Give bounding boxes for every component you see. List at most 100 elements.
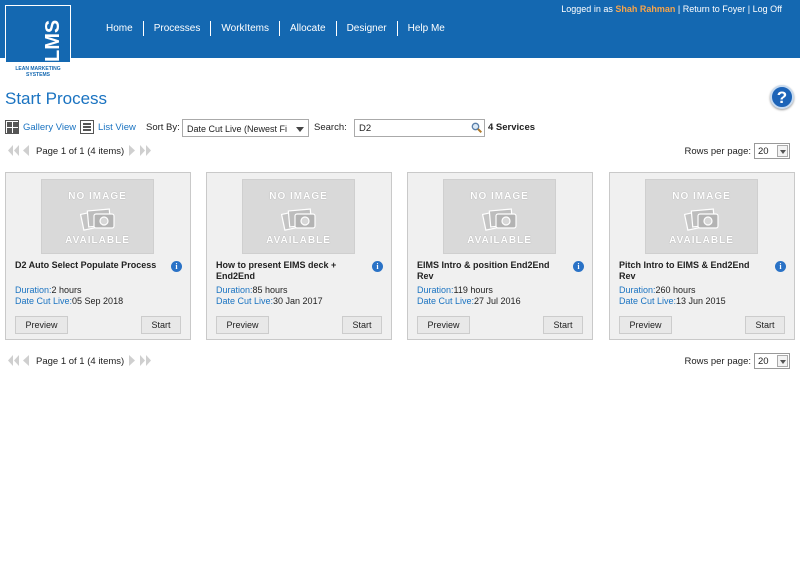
info-icon[interactable]: i [372, 261, 383, 272]
page-title: Start Process [5, 89, 108, 108]
no-image-text: NO IMAGE [68, 191, 127, 202]
start-button[interactable]: Start [745, 316, 785, 334]
card-title: How to present EIMS deck + End2End [216, 260, 337, 281]
service-card: NO IMAGE AVAILABLE EIMS Intro & position… [407, 172, 593, 340]
camera-icon [281, 208, 316, 231]
list-icon[interactable] [80, 120, 94, 134]
services-count: 4 Services [488, 122, 536, 133]
date-cut-live-value: 27 Jul 2016 [474, 296, 521, 306]
no-image-text: AVAILABLE [266, 235, 331, 246]
user-name[interactable]: Shah Rahman [615, 4, 675, 14]
no-image-text: AVAILABLE [669, 235, 734, 246]
return-to-foyer-link[interactable]: Return to Foyer [683, 4, 746, 14]
page-info: Page 1 of 1 (4 items) [36, 146, 125, 157]
separator: | [747, 4, 751, 14]
camera-icon [482, 208, 517, 231]
camera-icon [684, 208, 719, 231]
next-page-icon[interactable] [128, 144, 136, 157]
duration-label: Duration: [417, 285, 454, 295]
rows-per-page-value: 20 [758, 146, 769, 157]
grid-icon[interactable] [5, 120, 19, 134]
top-header: Logged in as Shah Rahman | Return to Foy… [0, 0, 800, 58]
no-image-placeholder: NO IMAGE AVAILABLE [242, 179, 355, 254]
toolbar: Gallery View List View Sort By: Date Cut… [5, 119, 795, 137]
start-button[interactable]: Start [141, 316, 181, 334]
start-button[interactable]: Start [342, 316, 382, 334]
chevron-down-icon [296, 127, 304, 132]
preview-button[interactable]: Preview [417, 316, 470, 334]
camera-icon [80, 208, 115, 231]
no-image-placeholder: NO IMAGE AVAILABLE [645, 179, 758, 254]
card-meta: Duration:85 hours Date Cut Live:30 Jan 2… [216, 285, 323, 307]
list-view-button[interactable]: List View [98, 122, 136, 133]
card-meta: Duration:119 hours Date Cut Live:27 Jul … [417, 285, 521, 307]
info-icon[interactable]: i [573, 261, 584, 272]
nav-workitems[interactable]: WorkItems [211, 20, 280, 36]
help-icon[interactable]: ? [770, 85, 794, 109]
no-image-text: NO IMAGE [672, 191, 731, 202]
gallery-view-button[interactable]: Gallery View [23, 122, 76, 133]
first-page-icon[interactable] [7, 144, 20, 157]
rows-per-page-label: Rows per page: [684, 146, 751, 157]
chevron-down-icon [777, 145, 788, 157]
no-image-text: AVAILABLE [65, 235, 130, 246]
card-meta: Duration:2 hours Date Cut Live:05 Sep 20… [15, 285, 123, 307]
service-card: NO IMAGE AVAILABLE D2 Auto Select Popula… [5, 172, 191, 340]
card-title: Pitch Intro to EIMS & End2End Rev [619, 260, 750, 281]
search-input[interactable] [354, 119, 485, 137]
info-icon[interactable]: i [775, 261, 786, 272]
rows-per-page-select[interactable]: 20 [754, 353, 790, 369]
nav-allocate[interactable]: Allocate [280, 20, 337, 36]
page-info: Page 1 of 1 (4 items) [36, 356, 125, 367]
main-nav: Home Processes WorkItems Allocate Design… [96, 18, 455, 38]
rows-per-page-select[interactable]: 20 [754, 143, 790, 159]
duration-value: 2 hours [51, 285, 82, 295]
duration-label: Duration: [15, 285, 52, 295]
search-icon[interactable] [471, 122, 482, 133]
sort-by-label: Sort By: [146, 122, 180, 133]
logo[interactable]: LMS [5, 5, 71, 63]
no-image-text: NO IMAGE [269, 191, 328, 202]
service-card: NO IMAGE AVAILABLE Pitch Intro to EIMS &… [609, 172, 795, 340]
no-image-placeholder: NO IMAGE AVAILABLE [443, 179, 556, 254]
next-page-icon[interactable] [128, 354, 136, 367]
preview-button[interactable]: Preview [619, 316, 672, 334]
duration-label: Duration: [216, 285, 253, 295]
duration-label: Duration: [619, 285, 656, 295]
duration-value: 85 hours [252, 285, 288, 295]
no-image-text: NO IMAGE [470, 191, 529, 202]
first-page-icon[interactable] [7, 354, 20, 367]
sort-select[interactable]: Date Cut Live (Newest Fi [182, 119, 309, 137]
prev-page-icon[interactable] [22, 144, 30, 157]
date-cut-live-label: Date Cut Live: [417, 296, 475, 306]
last-page-icon[interactable] [139, 144, 152, 157]
preview-button[interactable]: Preview [15, 316, 68, 334]
date-cut-live-value: 05 Sep 2018 [72, 296, 124, 306]
date-cut-live-label: Date Cut Live: [619, 296, 677, 306]
no-image-text: AVAILABLE [467, 235, 532, 246]
chevron-down-icon [777, 355, 788, 367]
info-icon[interactable]: i [171, 261, 182, 272]
start-button[interactable]: Start [543, 316, 583, 334]
pager-bottom: Page 1 of 1 (4 items) Rows per page: 20 [5, 353, 795, 371]
duration-value: 260 hours [655, 285, 696, 295]
logo-subtitle: LEAN MARKETING SYSTEMS [15, 66, 61, 78]
date-cut-live-label: Date Cut Live: [216, 296, 274, 306]
log-off-link[interactable]: Log Off [753, 4, 782, 14]
preview-button[interactable]: Preview [216, 316, 269, 334]
logo-text: LMS [42, 19, 64, 62]
nav-home[interactable]: Home [96, 20, 144, 36]
date-cut-live-value: 13 Jun 2015 [676, 296, 726, 306]
no-image-placeholder: NO IMAGE AVAILABLE [41, 179, 154, 254]
nav-help-me[interactable]: Help Me [398, 21, 455, 36]
search-label: Search: [314, 122, 347, 133]
last-page-icon[interactable] [139, 354, 152, 367]
sort-select-value: Date Cut Live (Newest Fi [187, 124, 288, 134]
nav-designer[interactable]: Designer [337, 20, 398, 36]
service-card: NO IMAGE AVAILABLE How to present EIMS d… [206, 172, 392, 340]
nav-processes[interactable]: Processes [144, 20, 212, 36]
card-title: D2 Auto Select Populate Process [15, 260, 157, 270]
separator: | [677, 4, 681, 14]
user-bar: Logged in as Shah Rahman | Return to Foy… [561, 4, 782, 14]
prev-page-icon[interactable] [22, 354, 30, 367]
